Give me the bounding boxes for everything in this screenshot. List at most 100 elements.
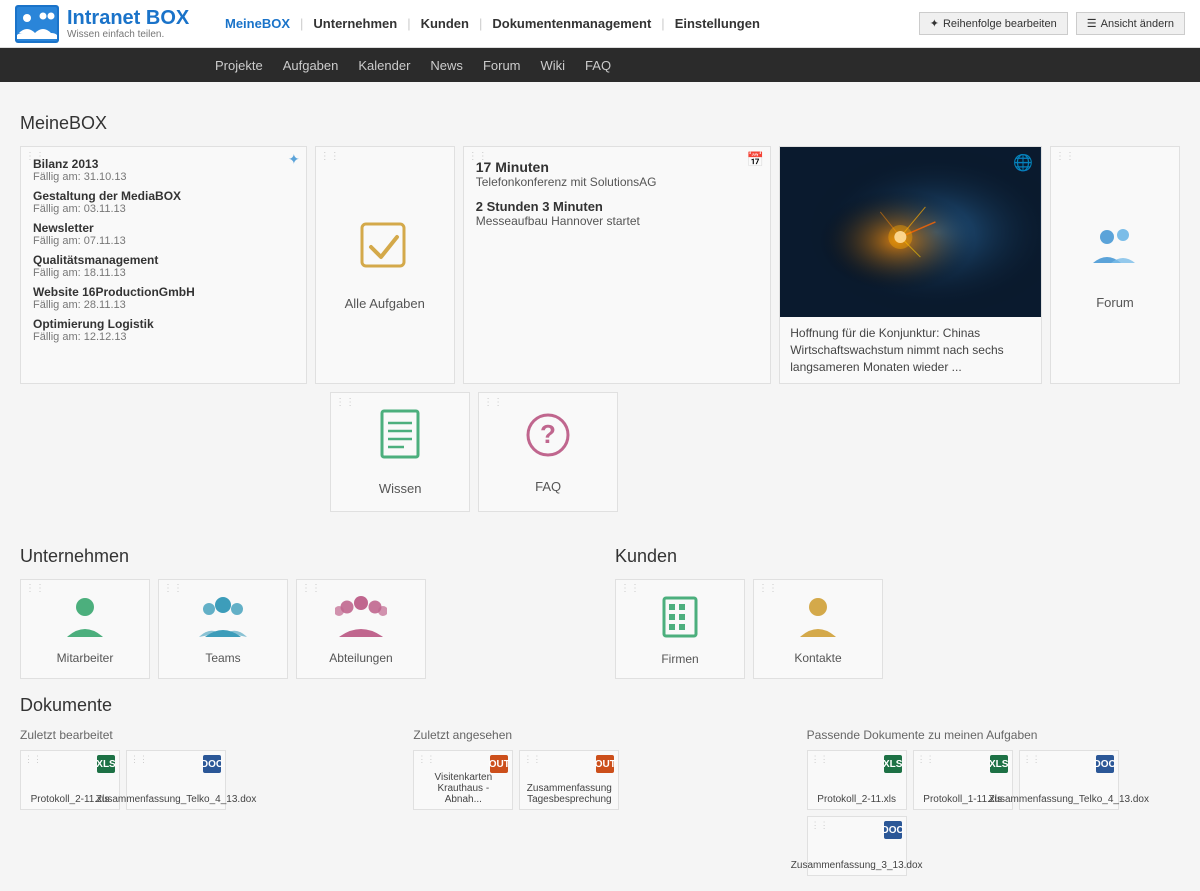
- task-item: Optimierung LogistikFällig am: 12.12.13: [33, 317, 294, 343]
- cal-time-2: 2 Stunden 3 Minuten: [476, 199, 758, 214]
- unternehmen-kunden-section: Unternehmen ⋮⋮ Mitarbeiter ⋮⋮: [20, 530, 1180, 679]
- header-bottom: Projekte Aufgaben Kalender News Forum Wi…: [0, 48, 1200, 82]
- logo-area: Intranet BOX Wissen einfach teilen.: [15, 5, 215, 43]
- doc-file[interactable]: ⋮⋮ DOC Zusammenfassung_Telko_4_13.dox: [1019, 750, 1119, 810]
- firmen-label: Firmen: [661, 652, 698, 666]
- tile-firmen[interactable]: ⋮⋮ Firmen: [615, 579, 745, 679]
- doc-file[interactable]: ⋮⋮ DOC Zusammenfassung_Telko_4_13.dox: [126, 750, 226, 810]
- file-type-icon: XLS: [884, 755, 902, 773]
- file-type-icon: XLS: [990, 755, 1008, 773]
- nav-aufgaben[interactable]: Aufgaben: [283, 58, 339, 73]
- doc-subsection: Passende Dokumente zu meinen Aufgaben ⋮⋮…: [807, 728, 1180, 876]
- tasks-list: Bilanz 2013Fällig am: 31.10.13 Gestaltung…: [33, 157, 294, 343]
- file-name: Protokoll_2-11.xls: [817, 774, 896, 805]
- doc-file[interactable]: ⋮⋮ DOC Zusammenfassung_3_13.dox: [807, 816, 907, 876]
- task-name: Qualitätsmanagement: [33, 253, 294, 267]
- kontakte-label: Kontakte: [794, 651, 841, 665]
- faq-widget[interactable]: ⋮⋮ ? FAQ: [478, 392, 618, 512]
- forum-label: Forum: [1096, 295, 1134, 310]
- header-top: Intranet BOX Wissen einfach teilen. Mein…: [0, 0, 1200, 48]
- nav-dokumentenmanagement[interactable]: Dokumentenmanagement: [482, 16, 661, 31]
- file-type-icon: OUT: [596, 755, 614, 773]
- aufgaben-drag-handle: ⋮⋮: [320, 151, 340, 162]
- nav-news[interactable]: News: [430, 58, 463, 73]
- logo-subtitle: Wissen einfach teilen.: [67, 29, 189, 40]
- logo-text: Intranet BOX Wissen einfach teilen.: [67, 7, 189, 40]
- unternehmen-title: Unternehmen: [20, 546, 585, 567]
- dokumente-section: Dokumente Zuletzt bearbeitet ⋮⋮ XLS Prot…: [20, 695, 1180, 876]
- file-name: Zusammenfassung_3_13.dox: [791, 840, 923, 871]
- nav-primary: MeineBOX | Unternehmen | Kunden | Dokume…: [215, 16, 919, 31]
- nav-forum[interactable]: Forum: [483, 58, 521, 73]
- tasks-corner-icon: ✦: [288, 151, 300, 168]
- nav-einstellungen[interactable]: Einstellungen: [665, 16, 770, 31]
- ansicht-button[interactable]: ☰ Ansicht ändern: [1076, 12, 1185, 35]
- task-name: Bilanz 2013: [33, 157, 294, 171]
- cal-desc-1: Telefonkonferenz mit SolutionsAG: [476, 175, 758, 189]
- nav-kalender[interactable]: Kalender: [358, 58, 410, 73]
- wissen-label: Wissen: [379, 481, 422, 496]
- task-due: Fällig am: 12.12.13: [33, 331, 294, 343]
- teams-label: Teams: [205, 651, 240, 665]
- logo-icon: [15, 5, 59, 43]
- doc-files: ⋮⋮ OUT Visitenkarten Krauthaus - Abnah..…: [413, 750, 786, 810]
- doc-drag: ⋮⋮: [1023, 754, 1041, 765]
- forum-widget[interactable]: ⋮⋮ Forum: [1050, 146, 1180, 384]
- calendar-widget: ⋮⋮ 📅 17 Minuten Telefonkonferenz mit Sol…: [463, 146, 771, 384]
- doc-file[interactable]: ⋮⋮ OUT Zusammenfassung Tagesbesprechung: [519, 750, 619, 810]
- tile-teams[interactable]: ⋮⋮ Teams: [158, 579, 288, 679]
- news-globe-icon: 🌐: [1013, 153, 1033, 173]
- kunden-tile-grid: ⋮⋮ Firmen: [615, 579, 1180, 679]
- tasks-drag-handle: ⋮⋮: [25, 151, 45, 162]
- tile-mitarbeiter[interactable]: ⋮⋮ Mitarbeiter: [20, 579, 150, 679]
- task-name: Newsletter: [33, 221, 294, 235]
- news-widget[interactable]: 🌐 Hoffnung für die Konjunktur: Chinas Wi…: [779, 146, 1042, 384]
- meinebox-title: MeineBOX: [20, 113, 1180, 134]
- task-due: Fällig am: 28.11.13: [33, 299, 294, 311]
- reihenfolge-icon: ✦: [930, 17, 939, 30]
- unternehmen-tile-grid: ⋮⋮ Mitarbeiter ⋮⋮: [20, 579, 585, 679]
- tile-abteilungen[interactable]: ⋮⋮ Abteilungen: [296, 579, 426, 679]
- svg-text:?: ?: [540, 419, 556, 449]
- abteilungen-label: Abteilungen: [329, 651, 392, 665]
- calendar-icon: 📅: [747, 151, 764, 168]
- calendar-item-1: 17 Minuten Telefonkonferenz mit Solution…: [476, 159, 758, 189]
- wissen-widget[interactable]: ⋮⋮ Wissen: [330, 392, 470, 512]
- news-image: 🌐: [780, 147, 1041, 317]
- calendar-drag-handle: ⋮⋮: [468, 151, 488, 162]
- task-name: Gestaltung der MediaBOX: [33, 189, 294, 203]
- nav-kunden[interactable]: Kunden: [411, 16, 479, 31]
- task-due: Fällig am: 31.10.13: [33, 171, 294, 183]
- doc-subsection: Zuletzt bearbeitet ⋮⋮ XLS Protokoll_2-11…: [20, 728, 393, 876]
- reihenfolge-button[interactable]: ✦ Reihenfolge bearbeiten: [919, 12, 1068, 35]
- doc-file[interactable]: ⋮⋮ OUT Visitenkarten Krauthaus - Abnah..…: [413, 750, 513, 810]
- nav-projekte[interactable]: Projekte: [215, 58, 263, 73]
- abteilungen-icon: [335, 593, 387, 647]
- nav-wiki[interactable]: Wiki: [541, 58, 566, 73]
- nav-unternehmen[interactable]: Unternehmen: [303, 16, 407, 31]
- teams-icon: [199, 593, 247, 647]
- tile-kontakte[interactable]: ⋮⋮ Kontakte: [753, 579, 883, 679]
- file-type-icon: DOC: [1096, 755, 1114, 773]
- forum-drag-handle: ⋮⋮: [1055, 151, 1075, 162]
- doc-drag: ⋮⋮: [523, 754, 541, 765]
- doc-drag: ⋮⋮: [417, 754, 435, 765]
- nav-faq[interactable]: FAQ: [585, 58, 611, 73]
- file-name: Zusammenfassung_Telko_4_13.dox: [96, 774, 257, 805]
- file-type-icon: DOC: [203, 755, 221, 773]
- nav-meinebox[interactable]: MeineBOX: [215, 16, 300, 31]
- spacer-news: [626, 392, 1180, 512]
- file-name: Zusammenfassung_Telko_4_13.dox: [988, 774, 1149, 805]
- wissen-drag-handle: ⋮⋮: [335, 397, 355, 408]
- doc-file[interactable]: ⋮⋮ XLS Protokoll_2-11.xls: [807, 750, 907, 810]
- aufgaben-widget[interactable]: ⋮⋮ Alle Aufgaben: [315, 146, 455, 384]
- news-text: Hoffnung für die Konjunktur: Chinas Wirt…: [780, 317, 1041, 383]
- spacer-tasks: [20, 392, 322, 512]
- doc-drag: ⋮⋮: [811, 754, 829, 765]
- kunden-title: Kunden: [615, 546, 1180, 567]
- cal-desc-2: Messeaufbau Hannover startet: [476, 214, 758, 228]
- doc-files: ⋮⋮ XLS Protokoll_2-11.xls ⋮⋮ DOC Zusamme…: [20, 750, 393, 810]
- doc-files: ⋮⋮ XLS Protokoll_2-11.xls ⋮⋮ XLS Protoko…: [807, 750, 1180, 876]
- faq-label: FAQ: [535, 479, 561, 494]
- doc-subsection-title: Zuletzt angesehen: [413, 728, 786, 742]
